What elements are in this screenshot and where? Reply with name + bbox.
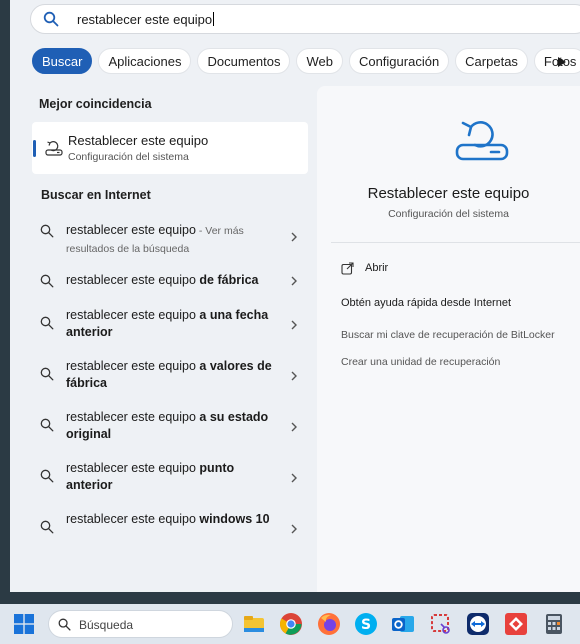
best-match-subtitle: Configuración del sistema bbox=[68, 151, 189, 163]
taskbar-search[interactable]: Búsqueda bbox=[48, 610, 233, 638]
chevron-right-icon bbox=[290, 369, 298, 387]
search-icon bbox=[40, 418, 54, 437]
reset-pc-icon bbox=[44, 138, 64, 163]
snipping-tool-icon[interactable] bbox=[429, 612, 453, 636]
web-result-item[interactable]: restablecer este equipo windows 10 bbox=[40, 511, 305, 547]
tab-aplicaciones[interactable]: Aplicaciones bbox=[98, 48, 192, 74]
web-search-heading: Buscar en Internet bbox=[41, 188, 151, 202]
best-match-item[interactable]: Restablecer este equipo Configuración de… bbox=[32, 122, 308, 174]
chevron-right-icon bbox=[290, 522, 298, 540]
help-heading: Obtén ayuda rápida desde Internet bbox=[341, 297, 512, 309]
tab-documentos[interactable]: Documentos bbox=[197, 48, 291, 74]
chevron-right-icon bbox=[290, 420, 298, 438]
web-result-text: restablecer este equipo bbox=[66, 461, 200, 475]
svg-text:S: S bbox=[361, 617, 371, 633]
search-icon bbox=[43, 11, 59, 32]
help-link-recovery-drive[interactable]: Crear una unidad de recuperación bbox=[341, 356, 500, 368]
search-icon bbox=[40, 469, 54, 488]
chevron-right-icon bbox=[290, 471, 298, 489]
details-pane: Restablecer este equipo Configuración de… bbox=[317, 86, 580, 592]
tab-web[interactable]: Web bbox=[296, 48, 343, 74]
anydesk-icon[interactable] bbox=[504, 612, 528, 636]
taskbar-search-placeholder: Búsqueda bbox=[79, 618, 134, 632]
web-result-item[interactable]: restablecer este equipo a su estado orig… bbox=[40, 409, 305, 445]
web-result-text: restablecer este equipo bbox=[66, 512, 200, 526]
web-result-item[interactable]: restablecer este equipo - Ver más result… bbox=[40, 222, 305, 258]
search-input: restablecer este equipo bbox=[77, 12, 215, 27]
chrome-icon[interactable] bbox=[279, 612, 303, 636]
teamviewer-icon[interactable] bbox=[466, 612, 490, 636]
chevron-right-icon bbox=[290, 318, 298, 336]
search-box[interactable]: restablecer este equipo bbox=[30, 4, 580, 34]
tab-carpetas[interactable]: Carpetas bbox=[455, 48, 528, 74]
web-result-bold: de fábrica bbox=[199, 273, 259, 287]
text-caret bbox=[213, 12, 215, 26]
search-icon bbox=[58, 618, 71, 636]
chevron-right-icon bbox=[290, 274, 298, 292]
best-match-heading: Mejor coincidencia bbox=[39, 97, 152, 111]
details-subtitle: Configuración del sistema bbox=[388, 208, 509, 220]
firefox-icon[interactable] bbox=[317, 612, 341, 636]
web-result-bold: windows 10 bbox=[199, 512, 270, 526]
calculator-icon[interactable] bbox=[542, 612, 566, 636]
web-result-text: restablecer este equipo bbox=[66, 359, 200, 373]
search-icon bbox=[40, 224, 54, 243]
open-external-icon bbox=[341, 262, 354, 280]
open-label: Abrir bbox=[365, 262, 389, 274]
web-result-text: restablecer este equipo bbox=[66, 273, 200, 287]
search-icon bbox=[40, 367, 54, 386]
help-link-bitlocker[interactable]: Buscar mi clave de recuperación de BitLo… bbox=[341, 329, 555, 341]
play-icon[interactable] bbox=[557, 55, 567, 73]
web-result-item[interactable]: restablecer este equipo a una fecha ante… bbox=[40, 307, 305, 343]
tab-buscar[interactable]: Buscar bbox=[32, 48, 93, 74]
tab-configuracion[interactable]: Configuración bbox=[348, 48, 450, 74]
web-result-item[interactable]: restablecer este equipo a valores de fáb… bbox=[40, 358, 305, 394]
web-result-text: restablecer este equipo bbox=[66, 410, 200, 424]
search-query-text[interactable]: restablecer este equipo bbox=[77, 12, 212, 27]
outlook-icon[interactable] bbox=[391, 612, 415, 636]
search-flyout: restablecer este equipo Buscar Aplicacio… bbox=[10, 0, 580, 592]
web-result-item[interactable]: restablecer este equipo de fábrica bbox=[40, 272, 305, 292]
selection-indicator bbox=[33, 140, 36, 157]
best-match-title: Restablecer este equipo bbox=[68, 133, 209, 148]
search-icon bbox=[40, 520, 54, 539]
chevron-right-icon bbox=[290, 230, 298, 248]
details-title: Restablecer este equipo bbox=[367, 185, 530, 202]
search-icon bbox=[40, 274, 54, 293]
web-result-item[interactable]: restablecer este equipo punto anterior bbox=[40, 460, 305, 496]
web-result-text: restablecer este equipo bbox=[66, 223, 196, 237]
taskbar: Búsqueda S bbox=[0, 604, 580, 644]
file-explorer-icon[interactable] bbox=[242, 612, 266, 636]
web-result-text: restablecer este equipo bbox=[66, 308, 200, 322]
windows-start-icon[interactable] bbox=[14, 614, 34, 639]
search-icon bbox=[40, 316, 54, 335]
filter-tabs: Buscar Aplicaciones Documentos Web Confi… bbox=[32, 48, 580, 74]
skype-icon[interactable]: S bbox=[354, 612, 378, 636]
divider bbox=[331, 242, 580, 243]
reset-pc-icon bbox=[453, 112, 511, 169]
